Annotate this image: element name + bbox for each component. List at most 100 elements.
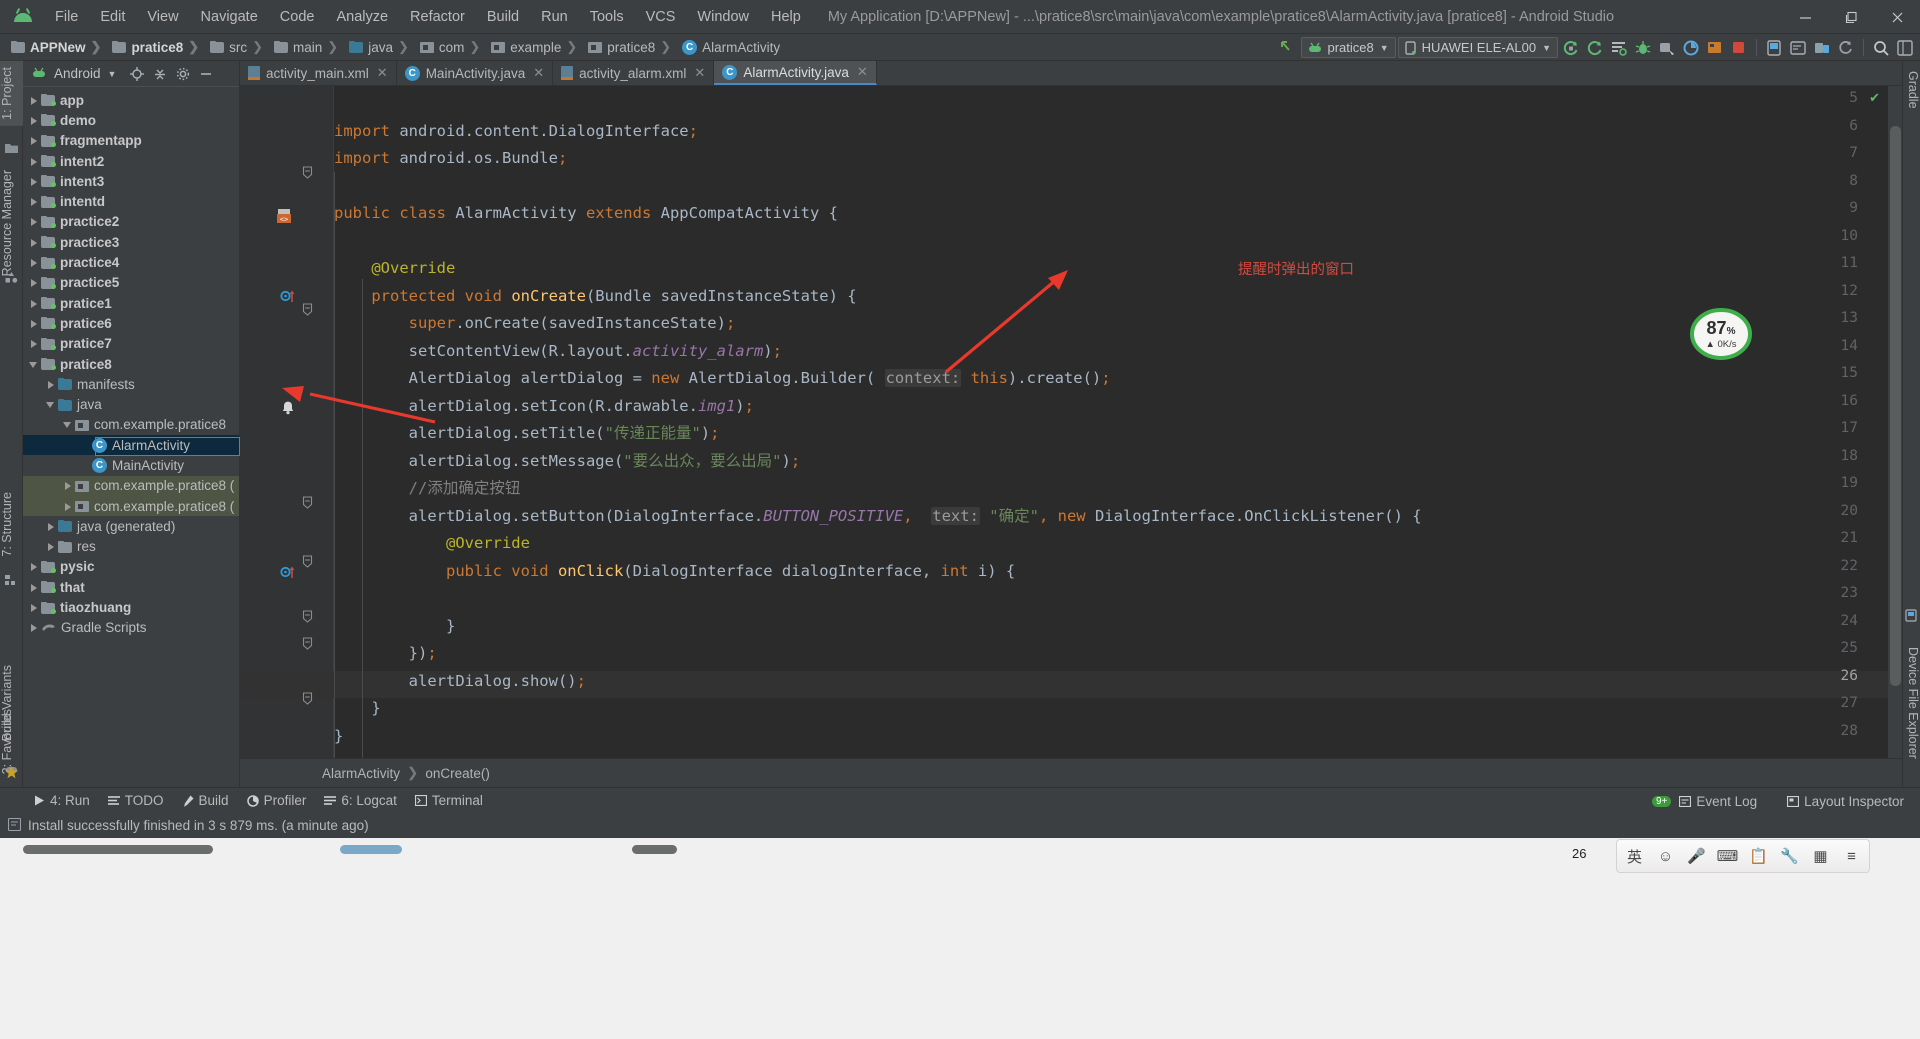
tree-node-pysic[interactable]: pysic xyxy=(23,557,239,577)
breadcrumb-item-alarmactivity[interactable]: C AlarmActivity xyxy=(679,39,783,56)
tree-node-practice4[interactable]: practice4 xyxy=(23,252,239,272)
editor-tab-activity-alarm-xml[interactable]: activity_alarm.xml ✕ xyxy=(553,61,715,85)
attach-debugger-icon[interactable] xyxy=(1656,37,1678,59)
project-horizontal-scrollbar[interactable] xyxy=(23,845,213,854)
ime-button-7[interactable]: ≡ xyxy=(1836,841,1867,871)
tree-node-pratice7[interactable]: pratice7 xyxy=(23,334,239,354)
maximize-button[interactable] xyxy=(1828,0,1874,34)
tree-node-tiaozhuang[interactable]: tiaozhuang xyxy=(23,597,239,617)
tree-toggle-closed-icon[interactable] xyxy=(27,581,40,594)
close-icon[interactable]: ✕ xyxy=(857,64,868,80)
fold-handle-icon[interactable] xyxy=(302,610,313,628)
tree-toggle-closed-icon[interactable] xyxy=(27,195,40,208)
tree-node-app[interactable]: app xyxy=(23,90,239,110)
locate-file-icon[interactable] xyxy=(129,66,145,82)
profiler-icon[interactable] xyxy=(1680,37,1702,59)
menu-item-view[interactable]: View xyxy=(136,5,189,29)
search-everywhere-icon[interactable] xyxy=(1870,37,1892,59)
tree-node-pratice1[interactable]: pratice1 xyxy=(23,293,239,313)
fold-handle-icon[interactable] xyxy=(302,637,313,655)
code-line[interactable]: super.onCreate(savedInstanceState); xyxy=(334,310,736,338)
class-marker-icon[interactable]: <> xyxy=(276,208,293,230)
menu-item-code[interactable]: Code xyxy=(269,5,326,29)
tree-toggle-closed-icon[interactable] xyxy=(27,601,40,614)
memory-monitor-widget[interactable]: 87% ▲ 0K/s xyxy=(1690,308,1764,360)
breadcrumb-item-src[interactable]: src ❯ xyxy=(207,38,271,56)
close-icon[interactable]: ✕ xyxy=(377,65,388,81)
code-line[interactable]: alertDialog.show(); xyxy=(334,668,586,696)
code-line[interactable]: import android.os.Bundle; xyxy=(334,145,567,173)
override-marker-icon[interactable] xyxy=(280,289,296,310)
tree-node-practice3[interactable]: practice3 xyxy=(23,232,239,252)
ime-button-4[interactable]: 📋 xyxy=(1743,841,1774,871)
code-line[interactable]: @Override xyxy=(334,255,455,283)
tree-node-java[interactable]: java xyxy=(23,394,239,414)
sidebar-item-resource-manager[interactable]: Resource Manager xyxy=(0,164,23,282)
tree-toggle-open-icon[interactable] xyxy=(61,418,74,431)
layout-inspector-icon[interactable] xyxy=(1704,37,1726,59)
taskbar-scrollbar[interactable] xyxy=(632,845,677,854)
tree-node-intent3[interactable]: intent3 xyxy=(23,171,239,191)
tab-logcat[interactable]: 6: Logcat xyxy=(316,791,405,810)
tab-layout-inspector[interactable]: Layout Inspector xyxy=(1779,792,1912,811)
tree-node-com-example-pratice8[interactable]: com.example.pratice8 ( xyxy=(23,475,239,496)
breadcrumb-item-appnew[interactable]: APPNew ❯ xyxy=(8,38,109,56)
project-structure-icon[interactable] xyxy=(1894,37,1916,59)
tree-toggle-closed-icon[interactable] xyxy=(61,479,74,492)
code-line[interactable]: } xyxy=(334,613,455,641)
close-icon[interactable]: ✕ xyxy=(533,65,544,81)
tree-node-fragmentapp[interactable]: fragmentapp xyxy=(23,131,239,151)
tree-toggle-closed-icon[interactable] xyxy=(27,317,40,330)
close-icon[interactable]: ✕ xyxy=(694,65,705,81)
tab-profiler[interactable]: Profiler xyxy=(239,791,315,810)
scrollbar-thumb[interactable] xyxy=(1890,126,1901,686)
code-line[interactable]: }); xyxy=(334,640,437,668)
tree-node-intent2[interactable]: intent2 xyxy=(23,151,239,171)
inspection-ok-icon[interactable]: ✔ xyxy=(1869,90,1880,106)
tree-node-com-example-pratice8[interactable]: com.example.pratice8 ( xyxy=(23,495,239,517)
tab-build[interactable]: Build xyxy=(174,791,237,810)
code-line[interactable]: //添加确定按钮 xyxy=(334,475,521,503)
sdk-manager-icon[interactable] xyxy=(1608,37,1630,59)
code-content[interactable]: import android.content.DialogInterface; i… xyxy=(334,86,1902,758)
tree-node-gradle-scripts[interactable]: Gradle Scripts xyxy=(23,618,239,638)
ime-button-0[interactable]: 英 xyxy=(1619,841,1650,871)
editor-tab-activity-main-xml[interactable]: activity_main.xml ✕ xyxy=(240,61,397,85)
sogou-ime-bar[interactable]: 英 ☺ 🎤 ⌨ 📋 🔧 ▦ ≡ xyxy=(1616,839,1870,873)
menu-item-tools[interactable]: Tools xyxy=(579,5,635,29)
sidebar-item-structure[interactable]: 7: Structure xyxy=(0,486,23,563)
fold-handle-icon[interactable] xyxy=(302,303,313,321)
ime-button-1[interactable]: ☺ xyxy=(1650,841,1681,871)
code-line[interactable]: alertDialog.setButton(DialogInterface.BU… xyxy=(334,503,1422,531)
editor-horizontal-scrollbar[interactable] xyxy=(340,845,402,854)
fold-handle-icon[interactable] xyxy=(302,692,313,710)
run-configuration-selector[interactable]: pratice8 ▼ xyxy=(1300,37,1396,58)
back-arrow-icon[interactable] xyxy=(1277,37,1299,59)
code-line[interactable]: } xyxy=(334,723,343,751)
tree-toggle-closed-icon[interactable] xyxy=(27,114,40,127)
ime-button-2[interactable]: 🎤 xyxy=(1681,841,1712,871)
editor-breadcrumb-item-oncreate[interactable]: onCreate() xyxy=(425,766,490,781)
code-line[interactable]: public class AlarmActivity extends AppCo… xyxy=(334,200,838,228)
tab-event-log[interactable]: 9+ Event Log xyxy=(1644,792,1765,811)
tree-toggle-closed-icon[interactable] xyxy=(27,94,40,107)
menu-item-file[interactable]: File xyxy=(44,5,89,29)
tree-node-mainactivity[interactable]: C MainActivity xyxy=(23,455,239,475)
code-line[interactable]: @Override xyxy=(334,530,530,558)
tree-toggle-closed-icon[interactable] xyxy=(27,297,40,310)
tree-node-pratice8[interactable]: pratice8 xyxy=(23,354,239,374)
tree-toggle-closed-icon[interactable] xyxy=(27,256,40,269)
breadcrumb-item-example[interactable]: example ❯ xyxy=(488,38,585,56)
override-marker-icon[interactable] xyxy=(280,565,296,586)
editor-tab-alarmactivity-java[interactable]: C AlarmActivity.java ✕ xyxy=(714,61,877,85)
sidebar-item-gradle[interactable]: Gradle xyxy=(1902,65,1920,115)
tree-toggle-closed-icon[interactable] xyxy=(27,337,40,350)
sync-project-icon[interactable] xyxy=(1835,37,1857,59)
code-line[interactable] xyxy=(334,228,343,256)
tree-node-com-example-pratice8[interactable]: com.example.pratice8 xyxy=(23,415,239,435)
tree-node-java-generated[interactable]: java (generated) xyxy=(23,516,239,536)
fold-handle-icon[interactable] xyxy=(302,166,313,184)
code-line[interactable]: import android.content.DialogInterface; xyxy=(334,118,698,146)
code-line[interactable]: setContentView(R.layout.activity_alarm); xyxy=(334,338,782,366)
sidebar-item-project[interactable]: 1: Project xyxy=(0,61,23,126)
